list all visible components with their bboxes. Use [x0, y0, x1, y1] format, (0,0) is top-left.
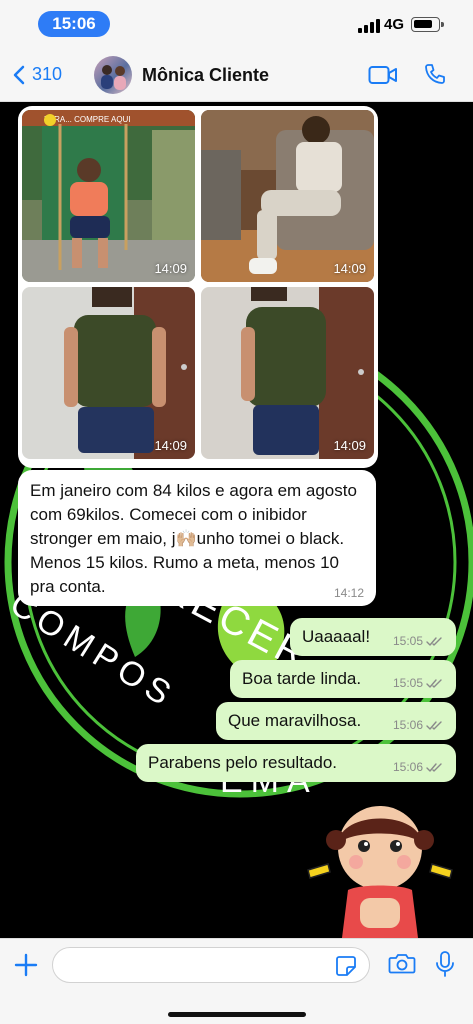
message-time: 15:06 [392, 760, 423, 774]
camera-icon[interactable] [388, 951, 416, 975]
outgoing-message[interactable]: Parabens pelo resultado. 15:06 [136, 744, 456, 782]
photo-side[interactable]: 14:09 [201, 287, 374, 459]
sticker-icon[interactable] [334, 954, 358, 978]
message-text: Boa tarde linda. [242, 669, 362, 688]
avatar[interactable] [94, 56, 132, 94]
contact-name[interactable]: Mônica Cliente [142, 65, 269, 86]
read-checks-icon [426, 678, 442, 688]
plus-icon[interactable] [13, 952, 39, 978]
outgoing-message[interactable]: Que maravilhosa. 15:06 [216, 702, 456, 740]
chevron-left-icon [13, 65, 25, 84]
home-indicator [168, 1012, 306, 1017]
message-time: 15:05 [392, 676, 423, 690]
message-text: Que maravilhosa. [228, 711, 362, 730]
read-checks-icon [426, 720, 442, 730]
photo-timestamp: 14:09 [154, 438, 187, 453]
photo-timestamp: 14:09 [333, 438, 366, 453]
network-type: 4G [384, 16, 405, 33]
photo-sofa[interactable]: 14:09 [201, 110, 374, 282]
battery-icon [411, 17, 444, 32]
message-time: 14:12 [333, 586, 364, 600]
chat-header: 310 Mônica Cliente [0, 50, 473, 102]
back-button[interactable]: 310 [12, 64, 62, 85]
photo-timestamp: 14:09 [333, 261, 366, 276]
photo-front[interactable]: 14:09 [22, 287, 195, 459]
read-checks-icon [426, 762, 442, 772]
message-time: 15:05 [392, 634, 423, 648]
microphone-icon[interactable] [435, 950, 455, 978]
message-text: Em janeiro com 84 kilos e agora em agost… [30, 481, 357, 596]
photo-swing[interactable]: PARA... COMPRE AQUI 14:09 [22, 110, 195, 282]
unread-count: 310 [32, 64, 63, 84]
image-message[interactable]: PARA... COMPRE AQUI 14:09 14:09 14:09 14… [18, 106, 378, 468]
status-bar: 15:06 4G [0, 0, 473, 50]
outgoing-message[interactable]: Boa tarde linda. 15:05 [230, 660, 456, 698]
read-checks-icon [426, 636, 442, 646]
message-input[interactable] [52, 947, 370, 983]
status-time[interactable]: 15:06 [38, 11, 110, 37]
message-text: Parabens pelo resultado. [148, 753, 338, 772]
incoming-message[interactable]: Em janeiro com 84 kilos e agora em agost… [18, 470, 376, 606]
photo-timestamp: 14:09 [154, 261, 187, 276]
message-text: Uaaaaal! [302, 627, 371, 646]
outgoing-message[interactable]: Uaaaaal! 15:05 [290, 618, 456, 656]
phone-icon[interactable] [423, 62, 447, 86]
message-time: 15:06 [392, 718, 423, 732]
message-composer [0, 938, 473, 1024]
chat-area[interactable]: RECER COMPOS EMA PARA... COMPRE AQUI [0, 102, 473, 938]
video-call-icon[interactable] [368, 64, 398, 86]
shop-sign: PARA... COMPRE AQUI [44, 115, 131, 124]
girl-sticker[interactable] [300, 800, 460, 938]
signal-icon [358, 17, 380, 33]
